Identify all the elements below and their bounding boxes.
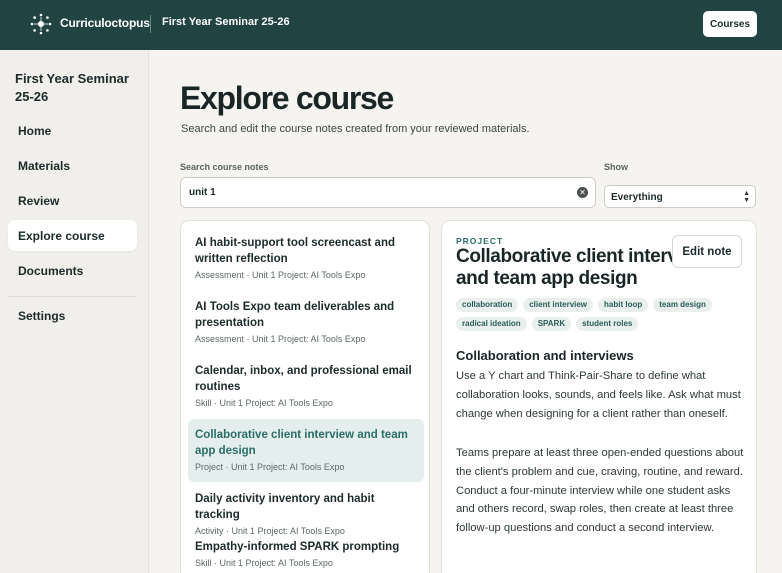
list-item[interactable]: Empathy-informed SPARK prompting Skill ·… [188,539,424,568]
list-item[interactable]: Daily activity inventory and habit track… [188,491,424,536]
sidebar-divider [8,296,137,297]
list-item-meta: Skill · Unit 1 Project: AI Tools Expo [195,558,333,568]
list-item-meta: Activity · Unit 1 Project: AI Tools Expo [195,526,345,536]
tag-badge: client interview [523,298,594,312]
courses-button[interactable]: Courses [703,11,757,37]
sidebar-item-review[interactable]: Review [8,185,137,216]
chevron-up-down-icon: ▲ ▼ [743,190,750,204]
list-item-title: AI habit-support tool screencast and wri… [195,237,395,265]
search-input[interactable]: unit 1 ✕ [180,177,596,208]
tag-badge: team design [653,298,712,312]
note-paragraph: Teams prepare at least three open-ended … [456,447,744,535]
tag-badge: radical ideation [456,317,527,331]
list-item[interactable]: Calendar, inbox, and professional email … [188,363,424,408]
sidebar-course-title: First Year Seminar 25-26 [15,71,129,104]
note-type-label: PROJECT [456,236,504,246]
logo-icon [30,13,52,35]
header-divider [150,15,151,33]
list-item-title: Empathy-informed SPARK prompting [195,541,400,553]
list-item-title: Collaborative client interview and team … [195,429,408,457]
show-select-value[interactable]: Everything [611,192,663,203]
tag-list: collaboration client interview habit loo… [456,298,746,331]
list-item-title: AI Tools Expo team deliverables and pres… [195,301,395,329]
sidebar-item-materials[interactable]: Materials [8,150,137,181]
results-list: AI habit-support tool screencast and wri… [180,220,430,573]
tag-badge: collaboration [456,298,519,312]
header-course-title: First Year Seminar 25-26 [162,16,290,28]
sidebar-item-documents[interactable]: Documents [8,255,137,286]
clear-search-icon[interactable]: ✕ [577,187,588,198]
sidebar-item-settings[interactable]: Settings [8,300,137,331]
list-item-meta: Skill · Unit 1 Project: AI Tools Expo [195,398,333,408]
note-detail-panel: PROJECT Collaborative client interview a… [441,220,757,573]
show-label: Show [604,162,628,172]
list-item[interactable]: AI Tools Expo team deliverables and pres… [188,299,424,344]
show-select[interactable]: Everything ▲ ▼ [604,185,756,208]
section-heading: Collaboration and interviews [456,348,634,363]
top-bar: Curriculoctopus First Year Seminar 25-26… [0,0,782,50]
list-item-meta: Assessment · Unit 1 Project: AI Tools Ex… [195,270,366,280]
search-input-value[interactable]: unit 1 [189,187,216,198]
tag-badge: habit loop [598,298,649,312]
note-paragraph: Use a Y chart and Think-Pair-Share to de… [456,370,741,420]
list-item-title: Daily activity inventory and habit track… [195,493,375,521]
page-title: Explore course [180,80,394,116]
sidebar: First Year Seminar 25-26 Home Materials … [0,50,149,573]
edit-note-button[interactable]: Edit note [672,235,742,268]
tag-badge: SPARK [531,317,572,331]
list-item[interactable]: AI habit-support tool screencast and wri… [188,235,424,280]
tag-badge: student roles [576,317,639,331]
search-label: Search course notes [180,162,269,172]
page-subtitle: Search and edit the course notes created… [181,123,530,135]
sidebar-item-home[interactable]: Home [8,115,137,146]
list-item-meta: Assessment · Unit 1 Project: AI Tools Ex… [195,334,366,344]
list-item-meta: Project · Unit 1 Project: AI Tools Expo [195,462,345,472]
list-item-selected[interactable]: Collaborative client interview and team … [188,419,424,482]
sidebar-item-explore-course[interactable]: Explore course [8,220,137,251]
list-item-title: Calendar, inbox, and professional email … [195,365,412,393]
brand-name[interactable]: Curriculoctopus [60,16,150,30]
